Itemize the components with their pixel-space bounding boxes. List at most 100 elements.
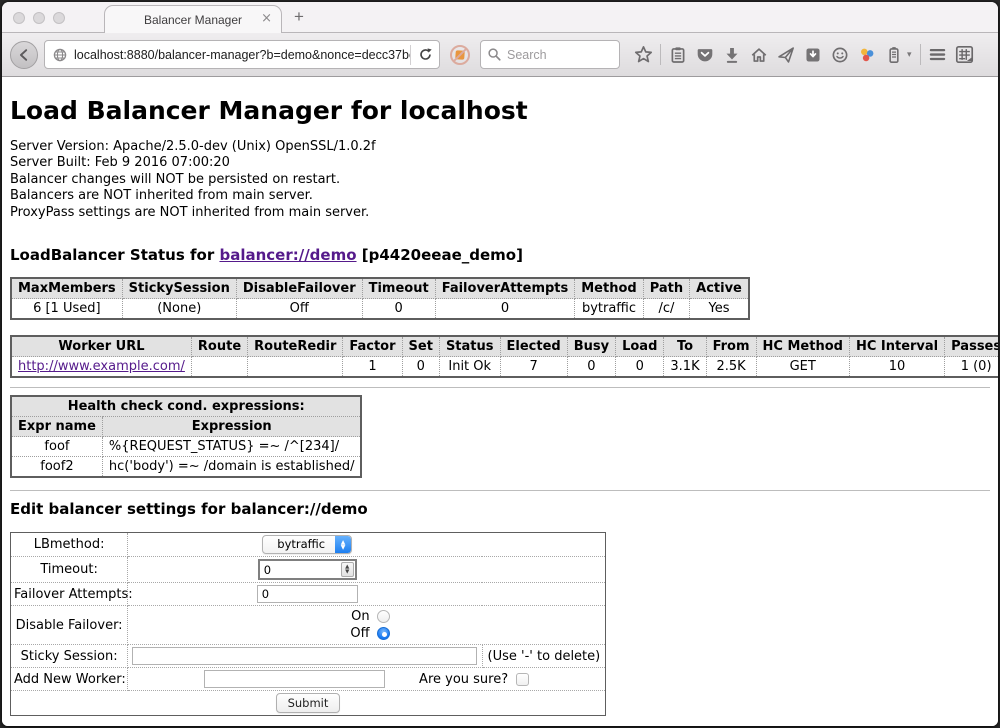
color-dots-icon — [858, 46, 876, 64]
notice-proxypass: ProxyPass settings are NOT inherited fro… — [10, 205, 990, 221]
col-path: Path — [643, 278, 689, 299]
failover-label: Failover Attempts: — [11, 583, 128, 606]
cell-passes: 1 (0) — [945, 357, 998, 378]
sticky-session-input[interactable] — [132, 647, 477, 665]
cell-from: 2.5K — [706, 357, 756, 378]
home-button[interactable] — [745, 41, 772, 69]
cell-failoverattempts: 0 — [435, 299, 575, 320]
cell-set: 0 — [402, 357, 439, 378]
page-title: Load Balancer Manager for localhost — [10, 96, 990, 125]
cell-expression: %{REQUEST_STATUS} =~ /^[234]/ — [102, 437, 361, 457]
share-button[interactable] — [772, 41, 799, 69]
search-input[interactable] — [507, 48, 607, 62]
submit-cell: Submit — [11, 691, 606, 716]
sticky-value-cell — [128, 645, 483, 668]
url-bar[interactable]: localhost:8880/balancer-manager?b=demo&n… — [44, 40, 440, 69]
table-row: foof2 hc('body') =~ /domain is establish… — [11, 457, 361, 478]
pocket-button[interactable] — [691, 41, 718, 69]
col-stickysession: StickySession — [122, 278, 236, 299]
window-controls[interactable] — [13, 12, 65, 24]
color-picker-extension-button[interactable] — [853, 41, 880, 69]
hamburger-icon — [928, 45, 947, 64]
cell-expr-name: foof2 — [11, 457, 102, 478]
radio-on[interactable] — [377, 610, 390, 623]
minimize-window-button[interactable] — [33, 12, 45, 24]
sticky-session-hint: (Use '-' to delete) — [482, 645, 605, 668]
cell-stickysession: (None) — [122, 299, 236, 320]
timeout-value-cell: ▲▼ — [128, 557, 606, 583]
col-timeout: Timeout — [362, 278, 435, 299]
col-maxmembers: MaxMembers — [11, 278, 122, 299]
search-bar[interactable] — [480, 40, 620, 69]
battery-extension-button[interactable] — [880, 41, 907, 69]
table-header-row: Worker URL Route RouteRedir Factor Set S… — [11, 336, 998, 357]
extension-download-button[interactable] — [799, 41, 826, 69]
tab-balancer-manager[interactable]: Balancer Manager × — [104, 5, 282, 33]
pocket-icon — [696, 46, 714, 64]
search-icon — [487, 47, 502, 62]
cell-routeredir — [248, 357, 343, 378]
server-version: Server Version: Apache/2.5.0-dev (Unix) … — [10, 139, 990, 155]
bookmark-star-button[interactable] — [630, 41, 657, 69]
square-download-icon — [804, 46, 822, 64]
cell-hc-method: GET — [756, 357, 849, 378]
cell-worker-url: http://www.example.com/ — [11, 357, 191, 378]
bookmarks-menu-button[interactable] — [664, 41, 691, 69]
table-header-row: Expr name Expression — [11, 417, 361, 437]
col-worker-url: Worker URL — [11, 336, 191, 357]
adblock-disabled-icon[interactable] — [449, 44, 471, 66]
home-icon — [750, 46, 768, 64]
navigation-toolbar: localhost:8880/balancer-manager?b=demo&n… — [2, 33, 998, 77]
table-row: http://www.example.com/ 1 0 Init Ok 7 0 … — [11, 357, 998, 378]
form-row-add-worker: Add New Worker: Are you sure? — [11, 668, 606, 691]
col-load: Load — [616, 336, 664, 357]
col-hc-interval: HC Interval — [849, 336, 944, 357]
form-row-timeout: Timeout: ▲▼ — [11, 557, 606, 583]
url-text[interactable]: localhost:8880/balancer-manager?b=demo&n… — [74, 48, 410, 62]
status-heading-prefix: LoadBalancer Status for — [10, 246, 219, 264]
chevron-down-icon[interactable]: ▾ — [907, 50, 917, 60]
feedback-button[interactable] — [826, 41, 853, 69]
cell-disablefailover: Off — [236, 299, 362, 320]
sticky-session-label: Sticky Session: — [11, 645, 128, 668]
lbmethod-select[interactable]: bytraffic ▲▼ — [262, 535, 352, 554]
downloads-button[interactable] — [718, 41, 745, 69]
health-check-table: Health check cond. expressions: Expr nam… — [10, 395, 362, 478]
table-header-row: Health check cond. expressions: — [11, 396, 361, 417]
col-hc-method: HC Method — [756, 336, 849, 357]
col-expression: Expression — [102, 417, 361, 437]
submit-button[interactable]: Submit — [276, 693, 341, 713]
cell-path: /c/ — [643, 299, 689, 320]
section-divider — [10, 490, 990, 491]
balancer-settings-form: LBmethod: bytraffic ▲▼ Timeout: — [10, 532, 606, 716]
globe-icon — [52, 47, 68, 63]
tab-close-icon[interactable]: × — [261, 12, 272, 26]
balancer-demo-link[interactable]: balancer://demo — [219, 246, 356, 264]
menu-button[interactable] — [924, 41, 951, 69]
col-routeredir: RouteRedir — [248, 336, 343, 357]
radio-off[interactable] — [377, 627, 390, 640]
add-worker-input[interactable] — [204, 670, 385, 688]
col-factor: Factor — [343, 336, 402, 357]
close-window-button[interactable] — [13, 12, 25, 24]
screenshot-extension-button[interactable] — [951, 41, 978, 69]
number-spinner-icon[interactable]: ▲▼ — [341, 562, 354, 577]
failover-value-cell — [128, 583, 606, 606]
lbmethod-label: LBmethod: — [11, 533, 128, 557]
table-header-row: MaxMembers StickySession DisableFailover… — [11, 278, 749, 299]
zoom-window-button[interactable] — [53, 12, 65, 24]
tab-bar: Balancer Manager × + — [2, 2, 998, 33]
grid-icon — [955, 45, 974, 64]
new-tab-button[interactable]: + — [294, 7, 304, 27]
col-disablefailover: DisableFailover — [236, 278, 362, 299]
col-active: Active — [690, 278, 749, 299]
form-row-failover: Failover Attempts: — [11, 583, 606, 606]
failover-attempts-input[interactable] — [257, 585, 358, 603]
are-you-sure-checkbox[interactable] — [516, 673, 529, 686]
worker-url-link[interactable]: http://www.example.com/ — [18, 359, 185, 374]
cell-factor: 1 — [343, 357, 402, 378]
cell-method: bytraffic — [575, 299, 643, 320]
tab-title: Balancer Manager — [144, 13, 242, 27]
reload-button[interactable] — [411, 47, 439, 62]
back-button[interactable] — [10, 41, 38, 69]
